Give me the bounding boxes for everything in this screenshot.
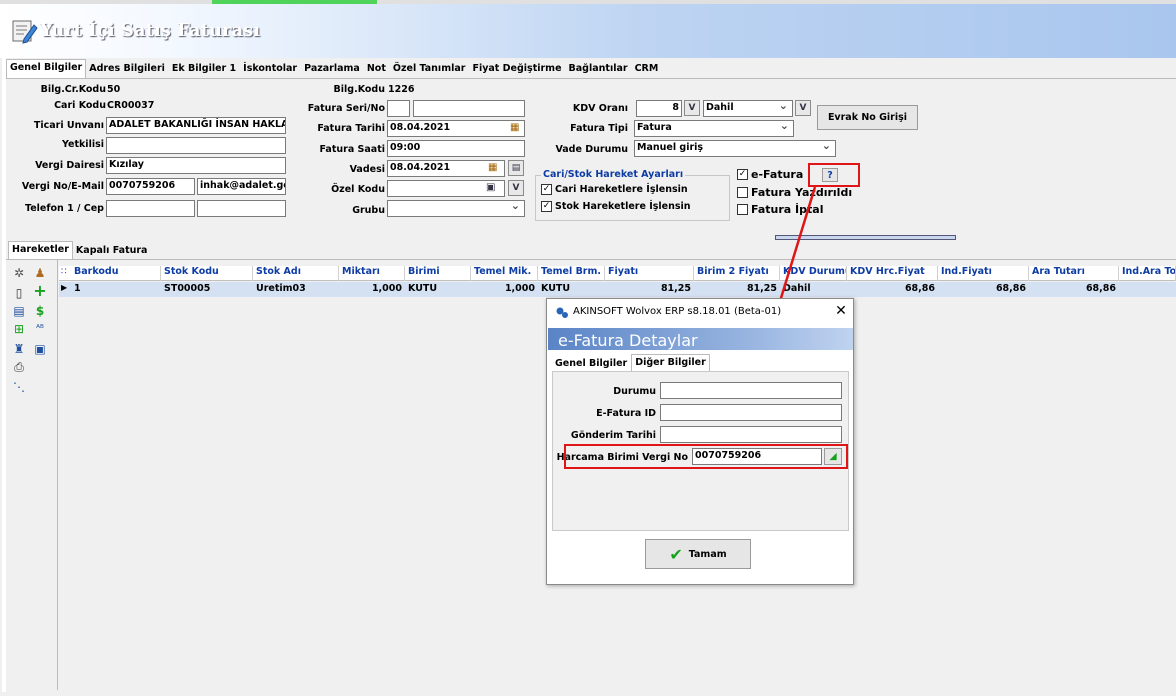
dialog-banner-title: e-Fatura Detaylar — [558, 331, 698, 350]
harcama-highlight-box — [564, 444, 848, 469]
gonderim-tarihi-label: Gönderim Tarihi — [570, 430, 656, 441]
efatura-detay-dialog: AKINSOFT Wolvox ERP s8.18.01 (Beta-01) ✕… — [546, 298, 854, 585]
efatura-id-input[interactable] — [660, 404, 842, 421]
gonderim-tarihi-input[interactable] — [660, 426, 842, 443]
close-icon[interactable]: ✕ — [834, 303, 848, 319]
app-logo-icon — [555, 306, 569, 320]
dialog-title: AKINSOFT Wolvox ERP s8.18.01 (Beta-01) — [573, 306, 782, 317]
tamam-label: Tamam — [688, 548, 727, 560]
check-icon: ✔ — [669, 544, 683, 564]
efatura-id-label: E-Fatura ID — [596, 408, 656, 419]
app-window: Yurt İçi Satış Faturası Genel Bilgiler Ad… — [0, 0, 1176, 696]
durumu-input[interactable] — [660, 382, 842, 399]
tamam-button[interactable]: ✔ Tamam — [645, 539, 751, 569]
durumu-label: Durumu — [613, 386, 656, 397]
